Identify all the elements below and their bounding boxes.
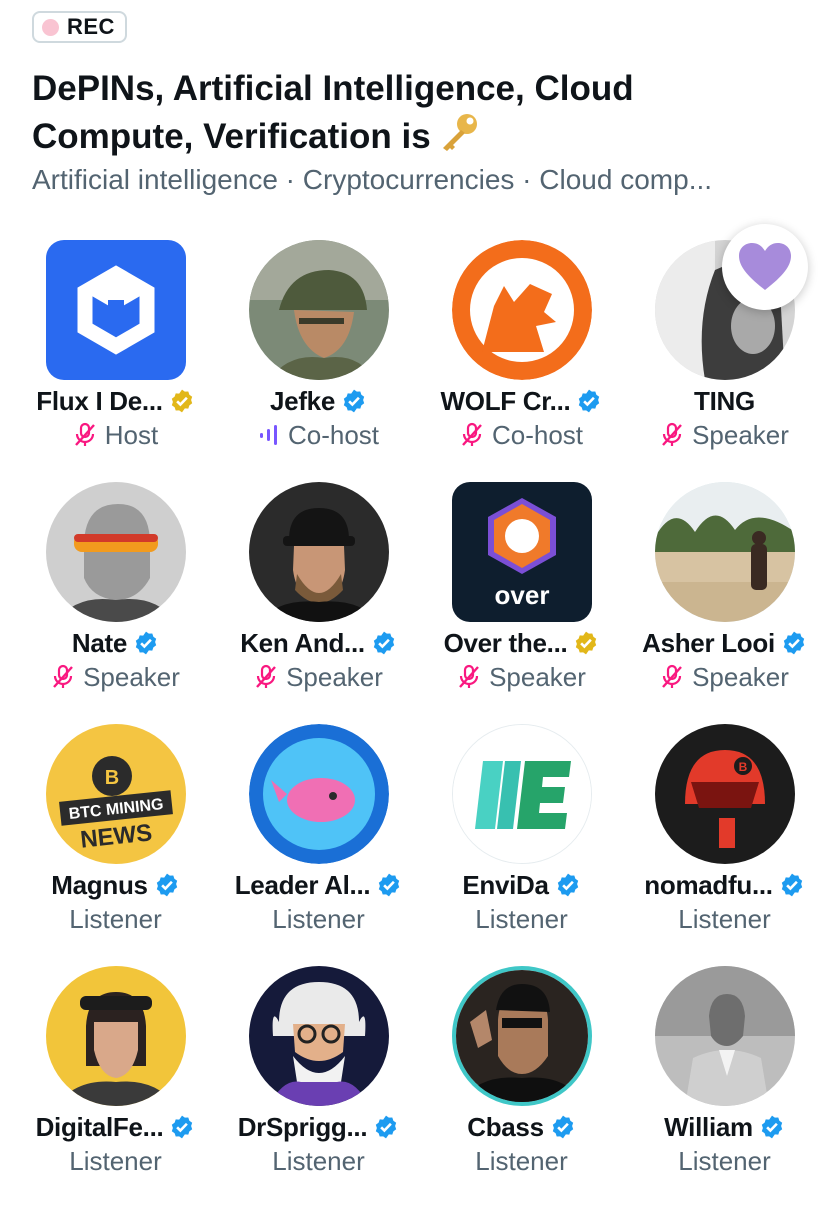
mic-muted-icon	[74, 422, 95, 446]
space-title: DePINs, Artificial Intelligence, Cloud C…	[32, 66, 752, 164]
recording-dot-icon	[42, 18, 59, 36]
participant-name: Magnus	[51, 869, 148, 900]
mic-muted-icon	[459, 664, 479, 688]
participant-card[interactable]: Flux I De... Host	[14, 238, 217, 480]
participant-name: nomadfu...	[644, 869, 773, 900]
participant-role: Listener	[475, 1145, 568, 1176]
gold-verified-badge-icon	[171, 389, 192, 413]
participant-card[interactable]: B nomadfu... Listener	[623, 722, 826, 964]
avatar	[249, 966, 389, 1106]
participant-role: Listener	[69, 903, 162, 934]
participant-role: Co-host	[287, 419, 380, 450]
participant-card[interactable]: Leader Al... Listener	[217, 722, 420, 964]
participant-role: Listener	[69, 1145, 162, 1176]
avatar	[452, 240, 592, 380]
purple-heart-icon	[739, 243, 791, 290]
avatar	[655, 966, 795, 1106]
participant-role: Listener	[272, 1145, 365, 1176]
participant-name: Cbass	[467, 1111, 544, 1142]
participant-name: DigitalFe...	[35, 1111, 164, 1142]
participant-card[interactable]: Ken And... Speaker	[217, 480, 420, 722]
participant-name: WOLF Cr...	[440, 385, 571, 416]
avatar	[655, 482, 795, 622]
verified-badge-icon	[579, 389, 600, 413]
participant-role: Speaker	[489, 661, 586, 692]
participant-role: Speaker	[692, 661, 789, 692]
avatar	[249, 482, 389, 622]
participant-name: William	[664, 1111, 753, 1142]
verified-badge-icon	[783, 631, 805, 655]
participant-card[interactable]: EnviDa Listener	[420, 722, 623, 964]
avatar	[452, 724, 592, 864]
mic-muted-icon	[53, 664, 73, 688]
verified-badge-icon	[552, 1115, 573, 1139]
recording-label: REC	[67, 14, 115, 39]
participant-role: Speaker	[286, 661, 383, 692]
mic-muted-icon	[462, 422, 482, 446]
verified-badge-icon	[376, 1115, 397, 1139]
avatar	[46, 966, 186, 1106]
over-logo-text: over	[495, 580, 550, 610]
participant-name: DrSprigg...	[237, 1111, 368, 1142]
avatar	[46, 482, 186, 622]
recording-badge: REC	[32, 11, 127, 43]
verified-badge-icon	[557, 873, 578, 897]
verified-badge-icon	[373, 631, 394, 655]
participant-name: Jefke	[270, 385, 335, 416]
verified-badge-icon	[761, 1115, 783, 1139]
mic-muted-icon	[256, 664, 276, 688]
verified-badge-icon	[135, 631, 157, 655]
gold-verified-badge-icon	[576, 631, 597, 655]
avatar: over	[452, 482, 592, 622]
participant-card[interactable]: DigitalFe... Listener	[14, 964, 217, 1206]
participant-card[interactable]: Cbass Listener	[420, 964, 623, 1206]
participant-role: Speaker	[83, 661, 180, 692]
participant-card[interactable]: WOLF Cr... Co-host	[420, 238, 623, 480]
participant-role: Co-host	[491, 419, 584, 450]
avatar	[452, 966, 592, 1106]
participant-card[interactable]: Jefke Co-host	[217, 238, 420, 480]
verified-badge-icon	[156, 873, 177, 897]
verified-badge-icon	[379, 873, 400, 897]
participant-role: Listener	[272, 903, 365, 934]
verified-badge-icon	[343, 389, 365, 413]
participant-name: Ken And...	[240, 627, 365, 658]
participant-role: Host	[104, 419, 159, 450]
svg-text:B: B	[739, 760, 748, 774]
participant-card[interactable]: B BTC MINING NEWS Magnus Listener	[14, 722, 217, 964]
participant-card[interactable]: William Listener	[623, 964, 826, 1206]
avatar	[249, 240, 389, 380]
participant-name: TING	[694, 385, 755, 416]
participant-name: EnviDa	[462, 869, 549, 900]
mic-muted-icon	[662, 422, 682, 446]
participant-name: Nate	[71, 627, 128, 658]
participant-name: Asher Looi	[642, 627, 775, 658]
reaction-bubble[interactable]	[722, 224, 808, 310]
verified-badge-icon	[172, 1115, 193, 1139]
participant-card[interactable]: Asher Looi Speaker	[623, 480, 826, 722]
participant-card[interactable]: over Over the... Speaker	[420, 480, 623, 722]
participant-role: Speaker	[692, 419, 789, 450]
participant-card[interactable]: Nate Speaker	[14, 480, 217, 722]
verified-badge-icon	[781, 873, 802, 897]
avatar: B BTC MINING NEWS	[46, 724, 186, 864]
participant-name: Over the...	[443, 627, 568, 658]
space-title-text: DePINs, Artificial Intelligence, Cloud C…	[32, 69, 634, 156]
avatar: B	[655, 724, 795, 864]
participant-role: Listener	[678, 1145, 771, 1176]
space-topics[interactable]: Artificial intelligence · Cryptocurrenci…	[32, 164, 712, 196]
speaking-bars-icon	[259, 425, 277, 445]
participant-name: Leader Al...	[234, 869, 371, 900]
participant-role: Listener	[678, 903, 771, 934]
avatar	[46, 240, 186, 380]
mic-muted-icon	[662, 664, 682, 688]
key-icon	[437, 112, 481, 164]
svg-text:B: B	[105, 767, 119, 789]
participant-card[interactable]: DrSprigg... Listener	[217, 964, 420, 1206]
avatar	[249, 724, 389, 864]
participant-name: Flux I De...	[36, 385, 163, 416]
participant-role: Listener	[475, 903, 568, 934]
